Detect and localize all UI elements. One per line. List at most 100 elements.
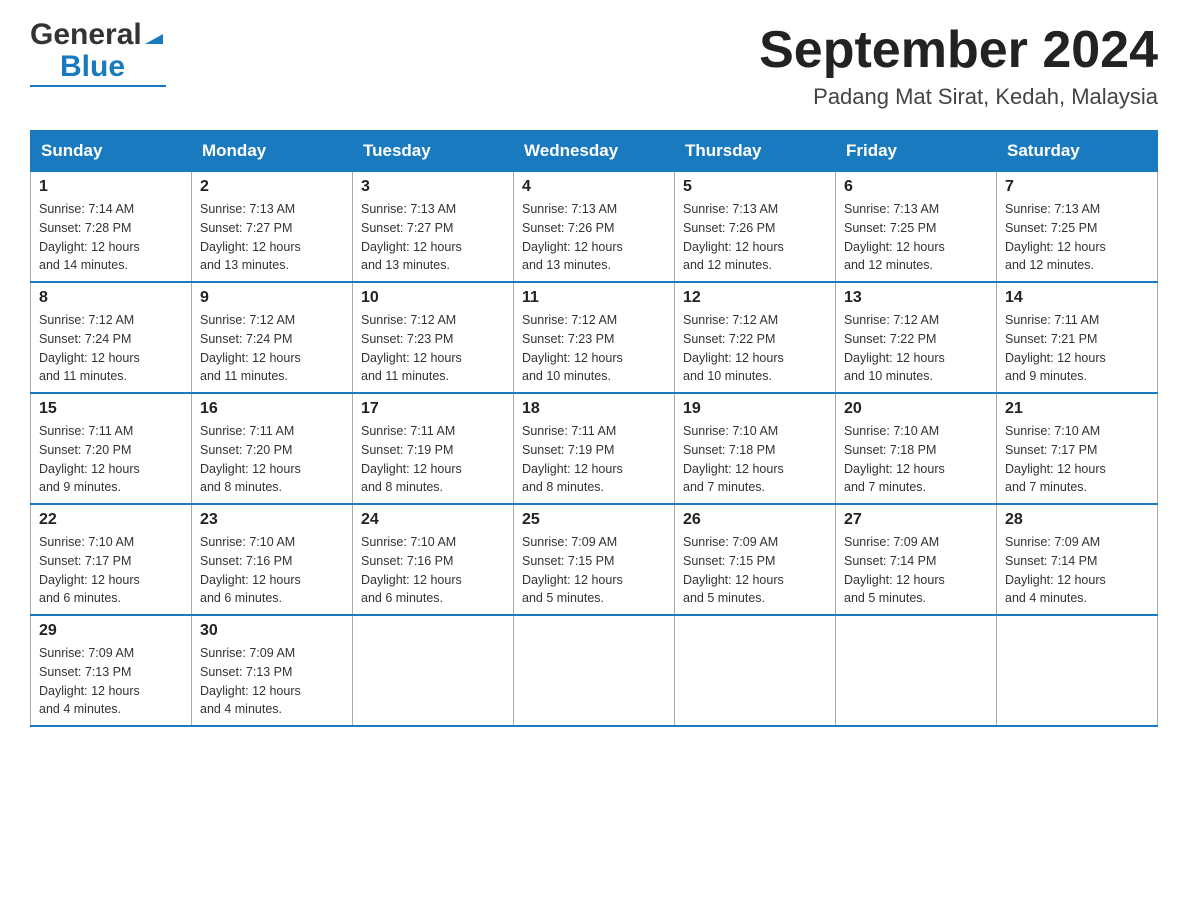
day-info: Sunrise: 7:10 AMSunset: 7:16 PMDaylight:… [361, 533, 505, 608]
day-info: Sunrise: 7:12 AMSunset: 7:24 PMDaylight:… [39, 311, 183, 386]
header-wednesday: Wednesday [514, 131, 675, 172]
day-info: Sunrise: 7:10 AMSunset: 7:16 PMDaylight:… [200, 533, 344, 608]
day-info: Sunrise: 7:12 AMSunset: 7:22 PMDaylight:… [844, 311, 988, 386]
day-number: 13 [844, 289, 988, 307]
day-cell-19: 19 Sunrise: 7:10 AMSunset: 7:18 PMDayligh… [675, 393, 836, 504]
header-thursday: Thursday [675, 131, 836, 172]
day-number: 19 [683, 400, 827, 418]
calendar-subtitle: Padang Mat Sirat, Kedah, Malaysia [759, 84, 1158, 110]
day-number: 14 [1005, 289, 1149, 307]
day-number: 1 [39, 178, 183, 196]
day-cell-empty [353, 615, 514, 726]
day-info: Sunrise: 7:13 AMSunset: 7:27 PMDaylight:… [200, 200, 344, 275]
header-tuesday: Tuesday [353, 131, 514, 172]
day-info: Sunrise: 7:10 AMSunset: 7:18 PMDaylight:… [683, 422, 827, 497]
day-number: 9 [200, 289, 344, 307]
day-number: 27 [844, 511, 988, 529]
day-number: 6 [844, 178, 988, 196]
day-number: 5 [683, 178, 827, 196]
day-info: Sunrise: 7:09 AMSunset: 7:13 PMDaylight:… [200, 644, 344, 719]
day-number: 22 [39, 511, 183, 529]
day-number: 24 [361, 511, 505, 529]
day-cell-16: 16 Sunrise: 7:11 AMSunset: 7:20 PMDayligh… [192, 393, 353, 504]
day-number: 16 [200, 400, 344, 418]
logo-underline [30, 85, 166, 87]
day-cell-21: 21 Sunrise: 7:10 AMSunset: 7:17 PMDayligh… [997, 393, 1158, 504]
header-saturday: Saturday [997, 131, 1158, 172]
day-cell-27: 27 Sunrise: 7:09 AMSunset: 7:14 PMDayligh… [836, 504, 997, 615]
day-cell-10: 10 Sunrise: 7:12 AMSunset: 7:23 PMDayligh… [353, 282, 514, 393]
day-info: Sunrise: 7:12 AMSunset: 7:22 PMDaylight:… [683, 311, 827, 386]
day-info: Sunrise: 7:14 AMSunset: 7:28 PMDaylight:… [39, 200, 183, 275]
day-number: 20 [844, 400, 988, 418]
day-number: 11 [522, 289, 666, 307]
day-number: 8 [39, 289, 183, 307]
logo: General Blue [30, 20, 166, 87]
day-cell-28: 28Sunrise: 7:09 AMSunset: 7:14 PMDayligh… [997, 504, 1158, 615]
calendar-table: Sunday Monday Tuesday Wednesday Thursday… [30, 130, 1158, 727]
day-cell-23: 23 Sunrise: 7:10 AMSunset: 7:16 PMDayligh… [192, 504, 353, 615]
day-number: 4 [522, 178, 666, 196]
day-info: Sunrise: 7:12 AMSunset: 7:23 PMDaylight:… [361, 311, 505, 386]
day-info: Sunrise: 7:10 AMSunset: 7:17 PMDaylight:… [39, 533, 183, 608]
day-info: Sunrise: 7:11 AMSunset: 7:20 PMDaylight:… [39, 422, 183, 497]
day-cell-11: 11Sunrise: 7:12 AMSunset: 7:23 PMDayligh… [514, 282, 675, 393]
day-number: 7 [1005, 178, 1149, 196]
day-info: Sunrise: 7:10 AMSunset: 7:18 PMDaylight:… [844, 422, 988, 497]
day-cell-18: 18 Sunrise: 7:11 AMSunset: 7:19 PMDayligh… [514, 393, 675, 504]
day-cell-3: 3 Sunrise: 7:13 AMSunset: 7:27 PMDaylight… [353, 172, 514, 283]
day-number: 15 [39, 400, 183, 418]
week-row-5: 29 Sunrise: 7:09 AMSunset: 7:13 PMDayligh… [31, 615, 1158, 726]
day-cell-20: 20 Sunrise: 7:10 AMSunset: 7:18 PMDayligh… [836, 393, 997, 504]
day-cell-7: 7 Sunrise: 7:13 AMSunset: 7:25 PMDaylight… [997, 172, 1158, 283]
day-number: 12 [683, 289, 827, 307]
week-row-2: 8 Sunrise: 7:12 AMSunset: 7:24 PMDaylight… [31, 282, 1158, 393]
day-cell-6: 6Sunrise: 7:13 AMSunset: 7:25 PMDaylight… [836, 172, 997, 283]
day-cell-empty [514, 615, 675, 726]
day-info: Sunrise: 7:09 AMSunset: 7:15 PMDaylight:… [683, 533, 827, 608]
day-info: Sunrise: 7:11 AMSunset: 7:19 PMDaylight:… [522, 422, 666, 497]
day-number: 28 [1005, 511, 1149, 529]
day-number: 29 [39, 622, 183, 640]
day-cell-13: 13 Sunrise: 7:12 AMSunset: 7:22 PMDayligh… [836, 282, 997, 393]
day-number: 17 [361, 400, 505, 418]
day-number: 18 [522, 400, 666, 418]
day-cell-2: 2 Sunrise: 7:13 AMSunset: 7:27 PMDaylight… [192, 172, 353, 283]
calendar-title: September 2024 [759, 20, 1158, 80]
day-number: 30 [200, 622, 344, 640]
day-cell-4: 4Sunrise: 7:13 AMSunset: 7:26 PMDaylight… [514, 172, 675, 283]
day-info: Sunrise: 7:13 AMSunset: 7:25 PMDaylight:… [1005, 200, 1149, 275]
day-number: 23 [200, 511, 344, 529]
page-header: General Blue September 2024 Padang Mat S… [30, 20, 1158, 110]
day-info: Sunrise: 7:11 AMSunset: 7:21 PMDaylight:… [1005, 311, 1149, 386]
logo-blue-text: Blue [60, 50, 125, 84]
header-monday: Monday [192, 131, 353, 172]
day-number: 3 [361, 178, 505, 196]
day-number: 10 [361, 289, 505, 307]
day-cell-25: 25Sunrise: 7:09 AMSunset: 7:15 PMDayligh… [514, 504, 675, 615]
day-cell-8: 8 Sunrise: 7:12 AMSunset: 7:24 PMDaylight… [31, 282, 192, 393]
day-number: 2 [200, 178, 344, 196]
header-sunday: Sunday [31, 131, 192, 172]
day-info: Sunrise: 7:09 AMSunset: 7:13 PMDaylight:… [39, 644, 183, 719]
day-info: Sunrise: 7:09 AMSunset: 7:14 PMDaylight:… [844, 533, 988, 608]
logo-general-text: General [30, 20, 142, 50]
day-cell-12: 12 Sunrise: 7:12 AMSunset: 7:22 PMDayligh… [675, 282, 836, 393]
day-cell-empty [997, 615, 1158, 726]
day-info: Sunrise: 7:13 AMSunset: 7:27 PMDaylight:… [361, 200, 505, 275]
day-cell-30: 30 Sunrise: 7:09 AMSunset: 7:13 PMDayligh… [192, 615, 353, 726]
day-cell-5: 5 Sunrise: 7:13 AMSunset: 7:26 PMDaylight… [675, 172, 836, 283]
week-row-3: 15 Sunrise: 7:11 AMSunset: 7:20 PMDayligh… [31, 393, 1158, 504]
day-cell-empty [836, 615, 997, 726]
day-cell-empty [675, 615, 836, 726]
day-cell-14: 14 Sunrise: 7:11 AMSunset: 7:21 PMDayligh… [997, 282, 1158, 393]
day-cell-1: 1 Sunrise: 7:14 AMSunset: 7:28 PMDaylight… [31, 172, 192, 283]
header-friday: Friday [836, 131, 997, 172]
day-cell-22: 22 Sunrise: 7:10 AMSunset: 7:17 PMDayligh… [31, 504, 192, 615]
day-info: Sunrise: 7:12 AMSunset: 7:24 PMDaylight:… [200, 311, 344, 386]
day-number: 21 [1005, 400, 1149, 418]
day-info: Sunrise: 7:10 AMSunset: 7:17 PMDaylight:… [1005, 422, 1149, 497]
day-info: Sunrise: 7:13 AMSunset: 7:26 PMDaylight:… [683, 200, 827, 275]
day-info: Sunrise: 7:11 AMSunset: 7:20 PMDaylight:… [200, 422, 344, 497]
day-info: Sunrise: 7:09 AMSunset: 7:15 PMDaylight:… [522, 533, 666, 608]
